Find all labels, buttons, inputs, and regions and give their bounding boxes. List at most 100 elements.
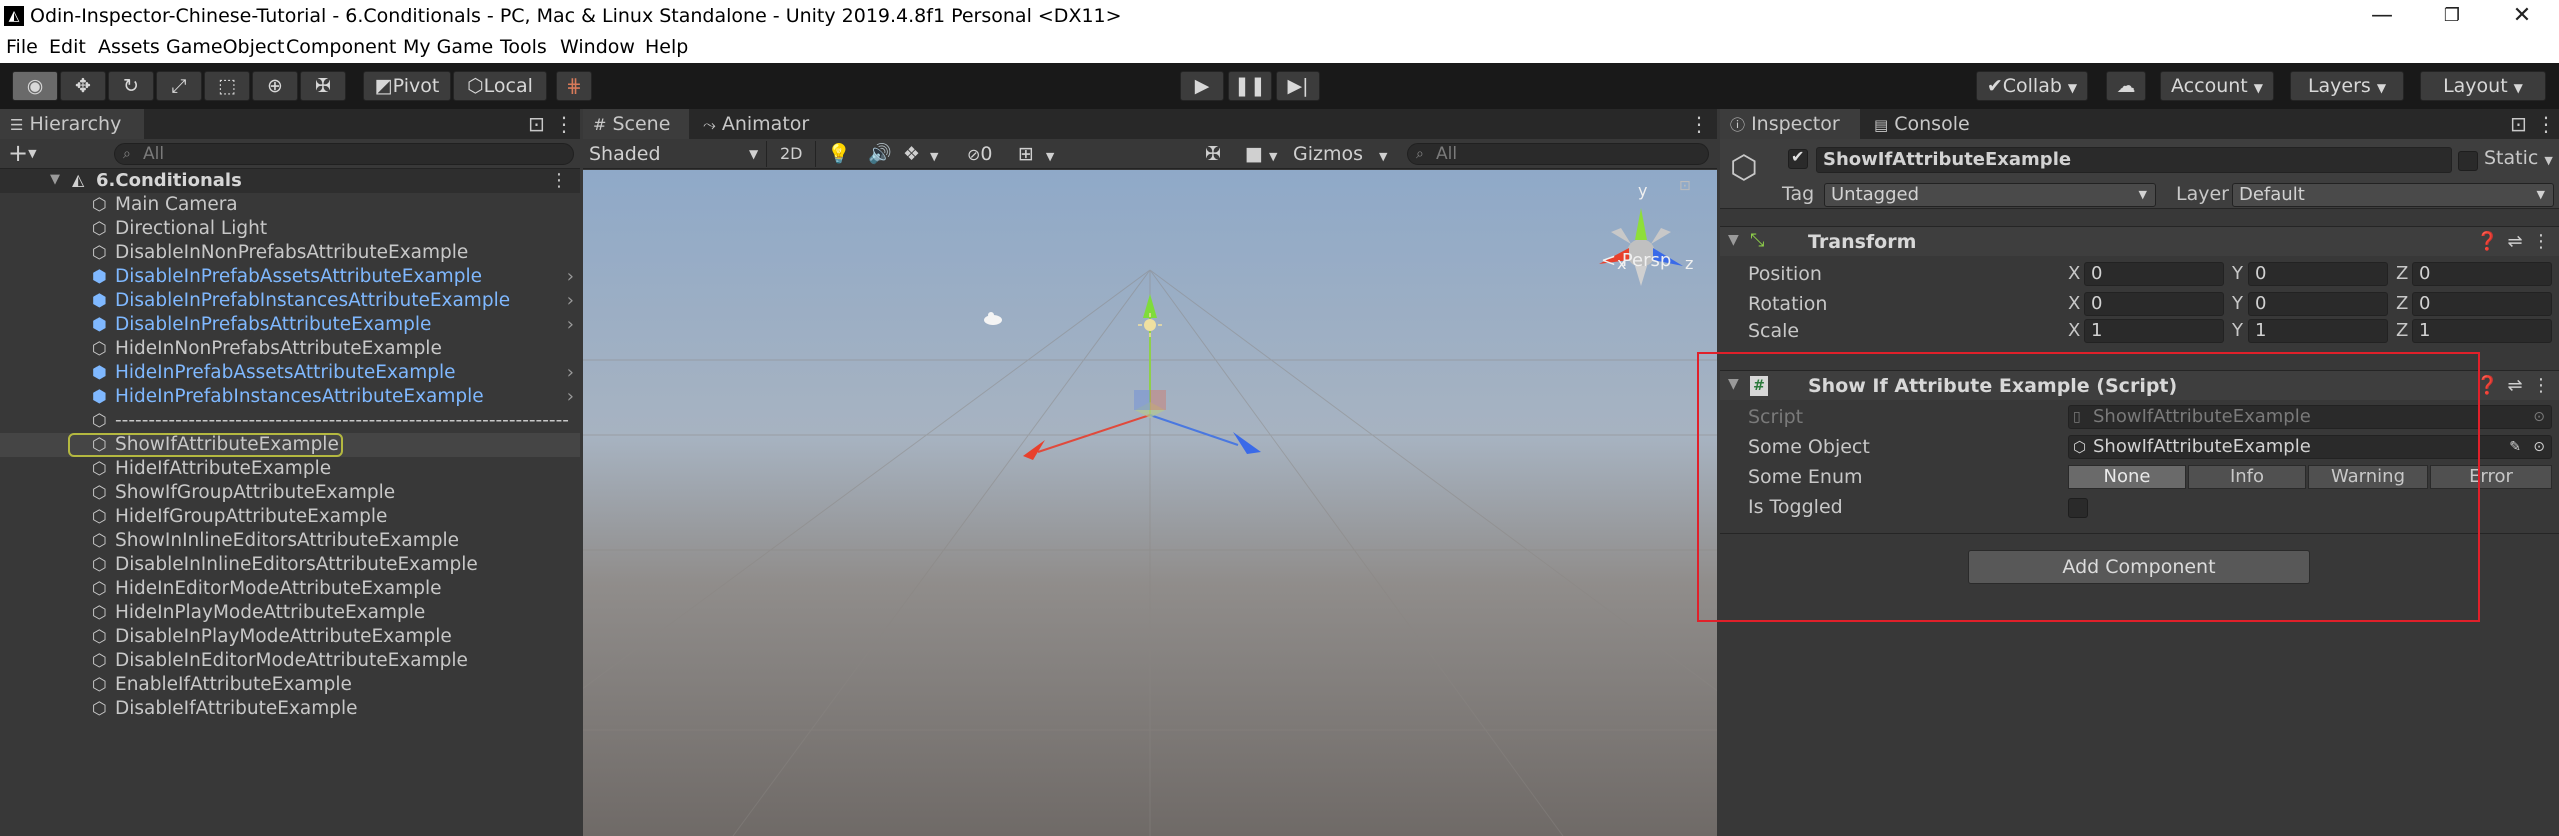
- rotation-y-field[interactable]: 0: [2248, 292, 2388, 316]
- menu-my-game[interactable]: My Game: [403, 36, 493, 58]
- cloud-button[interactable]: ☁: [2106, 71, 2146, 101]
- scale-y-field[interactable]: 1: [2248, 319, 2388, 343]
- custom-tool-button[interactable]: ✠: [300, 71, 346, 101]
- audio-toggle-icon[interactable]: 🔊: [868, 139, 892, 169]
- menu-component[interactable]: Component: [286, 36, 396, 58]
- static-checkbox[interactable]: [2458, 151, 2478, 171]
- component-menu-icon[interactable]: ⋮: [2530, 231, 2552, 253]
- tree-row[interactable]: ⬢ DisableInPrefabAssetsAttributeExample ›: [0, 265, 580, 289]
- static-dropdown[interactable]: Static ▼: [2484, 147, 2553, 169]
- menu-file[interactable]: File: [6, 36, 38, 58]
- grid-toggle-icon[interactable]: ⊞ ▼: [1018, 139, 1054, 169]
- scene-menu-icon[interactable]: ⋮: [1689, 111, 1709, 137]
- view-tool-button[interactable]: ◉: [12, 71, 58, 101]
- tree-row[interactable]: ⬢ HideInPrefabInstancesAttributeExample ›: [0, 385, 580, 409]
- tree-row[interactable]: ⬡ ---------------------------------------…: [0, 409, 580, 433]
- pencil-icon[interactable]: ✎: [2509, 436, 2521, 458]
- preset-icon[interactable]: ⇌: [2504, 231, 2526, 253]
- gizmos-dropdown[interactable]: Gizmos ▼: [1293, 139, 1387, 169]
- help-icon[interactable]: ❓: [2476, 231, 2498, 253]
- rotation-z-field[interactable]: 0: [2412, 292, 2552, 316]
- transform-tool-button[interactable]: ⊕: [252, 71, 298, 101]
- 2d-toggle[interactable]: 2D: [780, 139, 803, 169]
- minimize-button[interactable]: —: [2367, 2, 2397, 30]
- tag-dropdown[interactable]: Untagged ▼: [1824, 183, 2156, 207]
- chevron-right-icon[interactable]: ›: [567, 313, 574, 337]
- menu-tools[interactable]: Tools: [500, 36, 547, 58]
- collab-dropdown[interactable]: ✔Collab ▼: [1976, 71, 2088, 101]
- tree-row[interactable]: ⬢ DisableInPrefabInstancesAttributeExampl…: [0, 289, 580, 313]
- tree-row[interactable]: ⬡ HideInPlayModeAttributeExample: [0, 601, 580, 625]
- menu-edit[interactable]: Edit: [49, 36, 86, 58]
- close-button[interactable]: ✕: [2507, 2, 2537, 30]
- tree-row[interactable]: ⬡ HideInNonPrefabsAttributeExample: [0, 337, 580, 361]
- position-y-field[interactable]: 0: [2248, 262, 2388, 286]
- account-dropdown[interactable]: Account ▼: [2160, 71, 2274, 101]
- tree-row-selected[interactable]: ⬡ ShowIfAttributeExample: [0, 433, 580, 457]
- camera-gizmo-icon[interactable]: [984, 312, 1002, 325]
- transform-header[interactable]: ▼ ⤡ Transform ❓ ⇌ ⋮: [1720, 226, 2559, 256]
- perspective-toggle[interactable]: < Persp: [1601, 250, 1671, 271]
- lock-icon[interactable]: ⊡: [528, 111, 545, 137]
- chevron-right-icon[interactable]: ›: [567, 361, 574, 385]
- step-button[interactable]: ▶|: [1276, 71, 1320, 101]
- rotate-tool-button[interactable]: ↻: [108, 71, 154, 101]
- lock-view-icon[interactable]: ⊡: [1679, 178, 1691, 194]
- scale-tool-button[interactable]: ⤢: [156, 71, 202, 101]
- tree-row[interactable]: ⬡ Directional Light: [0, 217, 580, 241]
- tree-row[interactable]: ⬡ EnableIfAttributeExample: [0, 673, 580, 697]
- tree-row[interactable]: ⬡ DisableInPlayModeAttributeExample: [0, 625, 580, 649]
- menu-window[interactable]: Window: [560, 36, 635, 58]
- scene-viewport[interactable]: x y z ⊡ < Persp: [583, 170, 1717, 836]
- hierarchy-menu-icon[interactable]: ⋮: [554, 111, 574, 137]
- active-checkbox[interactable]: ✔: [1788, 147, 1808, 169]
- tab-console[interactable]: ▤ Console: [1864, 109, 1994, 139]
- lock-icon[interactable]: ⊡: [2510, 111, 2527, 137]
- tree-row[interactable]: ⬡ DisableIfAttributeExample: [0, 697, 580, 721]
- tree-row[interactable]: ⬡ HideInEditorModeAttributeExample: [0, 577, 580, 601]
- play-button[interactable]: ▶: [1180, 71, 1224, 101]
- camera-icon[interactable]: ■ ▼: [1245, 139, 1277, 169]
- layer-dropdown[interactable]: Default ▼: [2232, 183, 2554, 207]
- scene-search-input[interactable]: ⌕ All: [1407, 143, 1709, 165]
- tab-inspector[interactable]: ⓘ Inspector: [1720, 109, 1860, 139]
- create-button[interactable]: +▼: [8, 139, 37, 168]
- shading-mode-dropdown[interactable]: Shaded ▼: [589, 139, 758, 169]
- hidden-objects-toggle[interactable]: ⊘0: [967, 139, 993, 169]
- pivot-toggle[interactable]: ◩Pivot: [363, 71, 451, 101]
- tab-hierarchy[interactable]: ☰ Hierarchy: [0, 109, 144, 139]
- position-x-field[interactable]: 0: [2084, 262, 2224, 286]
- menu-help[interactable]: Help: [645, 36, 688, 58]
- chevron-right-icon[interactable]: ›: [567, 265, 574, 289]
- chevron-right-icon[interactable]: ›: [567, 289, 574, 313]
- tree-row[interactable]: ⬡ DisableInNonPrefabsAttributeExample: [0, 241, 580, 265]
- layers-dropdown[interactable]: Layers ▼: [2290, 71, 2404, 101]
- tree-row[interactable]: ⬢ DisableInPrefabsAttributeExample ›: [0, 313, 580, 337]
- layout-dropdown[interactable]: Layout ▼: [2420, 71, 2546, 101]
- snap-grid-button[interactable]: ⋕: [556, 71, 592, 101]
- tab-animator[interactable]: ⤳ Animator: [693, 109, 813, 139]
- scene-header-row[interactable]: ▼ ◭ 6.Conditionals ⋮: [0, 169, 580, 193]
- object-name-input[interactable]: ShowIfAttributeExample: [1816, 147, 2452, 173]
- object-picker-icon[interactable]: ⊙: [2533, 436, 2545, 458]
- preset-icon[interactable]: ⇌: [2504, 375, 2526, 397]
- scale-x-field[interactable]: 1: [2084, 319, 2224, 343]
- tree-row[interactable]: ⬡ HideIfGroupAttributeExample: [0, 505, 580, 529]
- rotation-x-field[interactable]: 0: [2084, 292, 2224, 316]
- tree-row[interactable]: ⬢ HideInPrefabAssetsAttributeExample ›: [0, 361, 580, 385]
- maximize-button[interactable]: ❐: [2437, 2, 2467, 30]
- local-toggle[interactable]: ⬡Local: [453, 71, 547, 101]
- scale-z-field[interactable]: 1: [2412, 319, 2552, 343]
- scene-tools-icon[interactable]: ✠: [1205, 139, 1221, 169]
- menu-gameobject[interactable]: GameObject: [166, 36, 284, 58]
- tree-row[interactable]: ⬡ ShowInInlineEditorsAttributeExample: [0, 529, 580, 553]
- tree-row[interactable]: ⬡ ShowIfGroupAttributeExample: [0, 481, 580, 505]
- rect-tool-button[interactable]: ⬚: [204, 71, 250, 101]
- tree-row[interactable]: ⬡ DisableInInlineEditorsAttributeExample: [0, 553, 580, 577]
- scene-menu-icon[interactable]: ⋮: [550, 169, 568, 193]
- menu-assets[interactable]: Assets: [98, 36, 160, 58]
- lighting-toggle-icon[interactable]: 💡: [827, 139, 851, 169]
- chevron-right-icon[interactable]: ›: [567, 385, 574, 409]
- tree-row[interactable]: ⬡ DisableInEditorModeAttributeExample: [0, 649, 580, 673]
- effects-toggle-icon[interactable]: ❖ ▼: [903, 139, 939, 169]
